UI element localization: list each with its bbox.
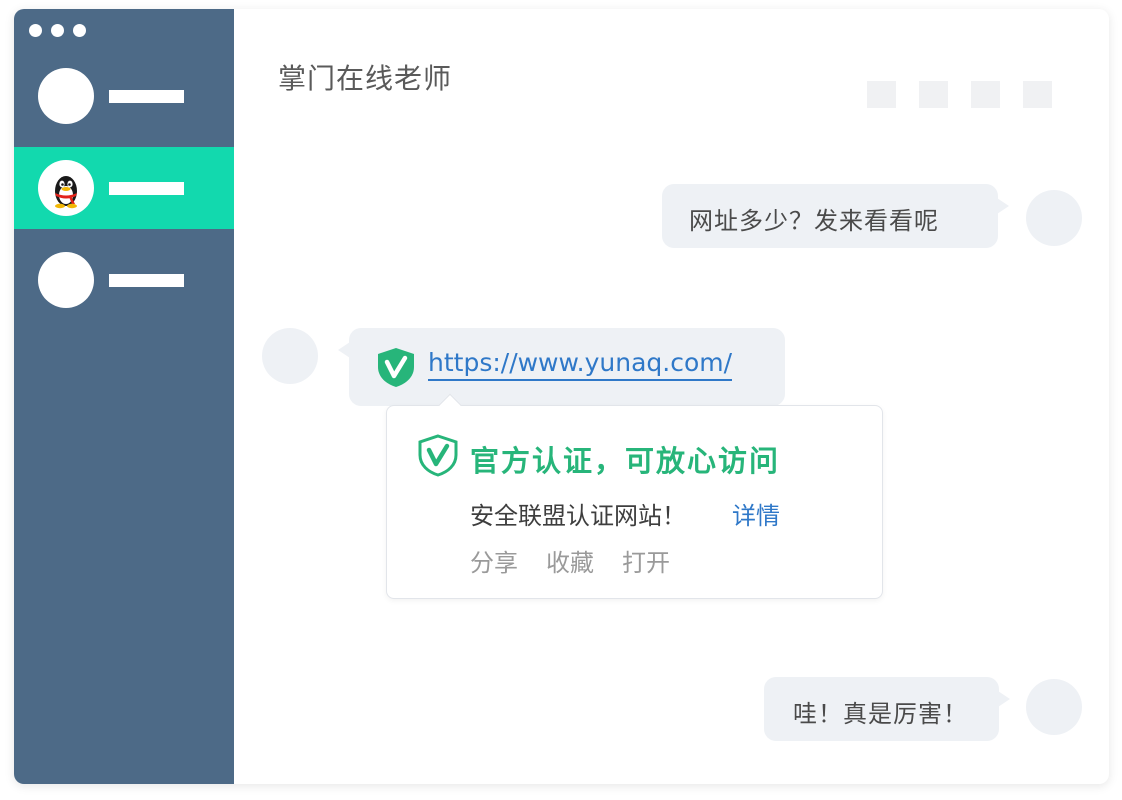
avatar (38, 68, 94, 124)
verification-description: 安全联盟认证网站！ (470, 502, 686, 530)
contact-item[interactable] (14, 239, 234, 321)
minimize-dot-icon[interactable] (51, 24, 64, 37)
contact-item[interactable] (14, 55, 234, 137)
contact-name-placeholder (109, 274, 184, 287)
qq-penguin-icon (38, 160, 94, 216)
message-bubble-received: https://www.yunaq.com/ (338, 328, 785, 406)
message-bubble-sent: 网址多少？发来看看呢 (662, 184, 1009, 248)
contact-item-active[interactable] (14, 147, 234, 229)
verification-title: 官方认证，可放心访问 (470, 444, 781, 478)
sidebar (14, 9, 234, 784)
verified-shield-outline-icon (416, 433, 460, 481)
message-bubble-sent: 哇！真是厉害！ (764, 677, 1010, 741)
avatar (1026, 190, 1082, 246)
avatar (1026, 679, 1082, 735)
favorite-button[interactable]: 收藏 (546, 543, 594, 578)
contact-name-placeholder (109, 182, 184, 195)
maximize-dot-icon[interactable] (73, 24, 86, 37)
window-controls (29, 24, 86, 37)
open-button[interactable]: 打开 (622, 543, 670, 578)
verified-shield-icon (375, 346, 417, 394)
message-text: 哇！真是厉害！ (793, 700, 968, 728)
details-link[interactable]: 详情 (732, 496, 780, 531)
close-dot-icon[interactable] (29, 24, 42, 37)
chat-toolbar (867, 81, 1052, 108)
toolbar-icon[interactable] (919, 81, 948, 108)
contact-name-placeholder (109, 90, 184, 103)
toolbar-icon[interactable] (971, 81, 1000, 108)
avatar (38, 252, 94, 308)
avatar (262, 328, 318, 384)
chat-window: 掌门在线老师 网址多少？发来看看呢 https://www.yunaq.com/ (14, 9, 1109, 784)
toolbar-icon[interactable] (1023, 81, 1052, 108)
card-actions: 分享 收藏 打开 (470, 543, 670, 578)
toolbar-icon[interactable] (867, 81, 896, 108)
chat-panel: 掌门在线老师 网址多少？发来看看呢 https://www.yunaq.com/ (234, 9, 1109, 784)
share-button[interactable]: 分享 (470, 543, 518, 578)
message-link[interactable]: https://www.yunaq.com/ (428, 348, 733, 381)
link-verification-card: 官方认证，可放心访问 安全联盟认证网站！ 详情 分享 收藏 打开 (386, 393, 883, 599)
message-text: 网址多少？发来看看呢 (689, 207, 939, 235)
chat-title: 掌门在线老师 (278, 62, 453, 95)
